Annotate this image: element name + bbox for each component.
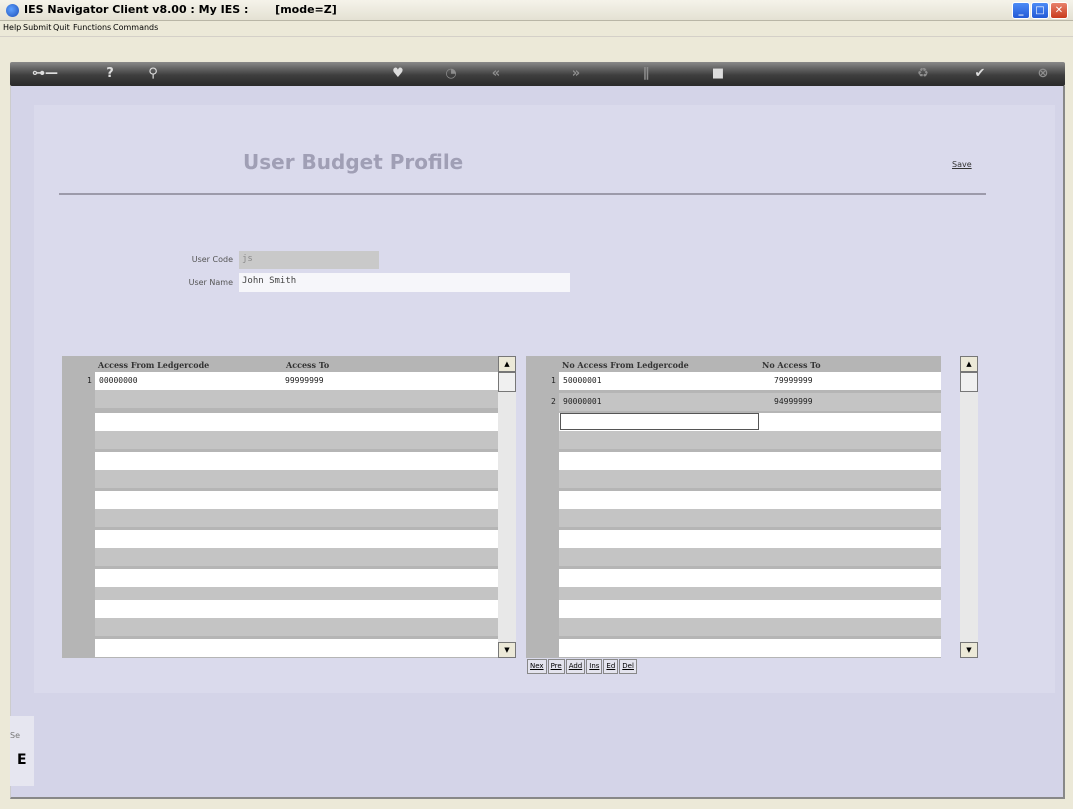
window-title: IES Navigator Client v8.00 : My IES : [m… <box>24 3 337 16</box>
side-strip <box>10 716 34 786</box>
table-row[interactable] <box>559 639 941 657</box>
close-window-button[interactable]: ✕ <box>1050 2 1068 19</box>
no-access-to-cell[interactable]: 79999999 <box>774 376 813 385</box>
table-row[interactable] <box>95 618 498 636</box>
row-number: 2 <box>551 397 556 406</box>
side-char: E <box>17 752 27 768</box>
table-row[interactable] <box>95 509 498 527</box>
table-row[interactable] <box>559 431 941 449</box>
table-row[interactable] <box>559 530 941 548</box>
no-access-grid: No Access From Ledgercode No Access To 5… <box>526 356 941 658</box>
menu-quit[interactable]: Quit <box>53 23 70 32</box>
rewind-icon[interactable]: « <box>488 66 504 82</box>
table-row[interactable] <box>95 491 498 509</box>
table-row[interactable] <box>95 431 498 449</box>
row-number: 1 <box>87 376 92 385</box>
access-from-cell[interactable]: 00000000 <box>99 376 138 385</box>
table-row[interactable]: 00000000 99999999 <box>95 372 498 390</box>
minimize-button[interactable]: _ <box>1012 2 1030 19</box>
delete-button[interactable]: Del <box>619 659 637 674</box>
scroll-down-icon[interactable]: ▼ <box>960 642 978 658</box>
no-access-from-header: No Access From Ledgercode <box>562 360 689 370</box>
pause-icon[interactable]: ∥ <box>638 66 654 82</box>
no-access-to-header: No Access To <box>762 360 821 370</box>
access-to-cell[interactable]: 99999999 <box>285 376 324 385</box>
table-row[interactable] <box>559 452 941 470</box>
user-code-label: User Code <box>191 255 233 264</box>
menu-help[interactable]: Help <box>3 23 21 32</box>
maximize-button[interactable]: □ <box>1031 2 1049 19</box>
scroll-thumb[interactable] <box>498 372 516 392</box>
search-icon[interactable]: ⚲ <box>145 66 161 82</box>
key-icon[interactable]: ⊶— <box>30 66 60 82</box>
user-name-label: User Name <box>188 278 233 287</box>
no-access-grid-scrollbar[interactable]: ▲ ▼ <box>960 356 978 658</box>
fast-forward-icon[interactable]: » <box>568 66 584 82</box>
table-row[interactable] <box>559 569 941 587</box>
menu-submit[interactable]: Submit <box>23 23 51 32</box>
title-bar: IES Navigator Client v8.00 : My IES : [m… <box>0 0 1073 21</box>
table-row[interactable] <box>95 600 498 618</box>
table-row[interactable] <box>559 470 941 488</box>
access-from-header: Access From Ledgercode <box>98 360 210 370</box>
close-icon[interactable]: ⊗ <box>1035 66 1051 82</box>
table-row[interactable] <box>559 600 941 618</box>
menu-bar: Help Submit Quit Functions Commands <box>0 21 1073 37</box>
app-icon <box>6 4 19 17</box>
save-link[interactable]: Save <box>952 160 972 169</box>
history-icon[interactable]: ◔ <box>443 66 459 82</box>
scroll-down-icon[interactable]: ▼ <box>498 642 516 658</box>
scroll-up-icon[interactable]: ▲ <box>498 356 516 372</box>
grid-nav-bar: Nex Pre Add Ins Ed Del <box>527 659 638 675</box>
table-row[interactable] <box>559 509 941 527</box>
no-access-grid-header: No Access From Ledgercode No Access To <box>526 356 941 372</box>
table-row[interactable] <box>95 390 498 408</box>
no-access-from-cell[interactable]: 50000001 <box>563 376 602 385</box>
table-row[interactable] <box>95 548 498 566</box>
access-to-header: Access To <box>286 360 330 370</box>
user-name-field[interactable]: John Smith <box>239 273 570 292</box>
edit-button[interactable]: Ed <box>603 659 619 674</box>
table-row[interactable] <box>95 452 498 470</box>
no-access-to-cell[interactable]: 94999999 <box>774 397 813 406</box>
table-row[interactable] <box>559 491 941 509</box>
side-label: Se <box>10 731 20 740</box>
table-row[interactable] <box>95 470 498 488</box>
table-row[interactable] <box>95 530 498 548</box>
menu-functions[interactable]: Functions <box>73 23 111 32</box>
insert-button[interactable]: Ins <box>586 659 603 674</box>
next-button[interactable]: Nex <box>527 659 547 674</box>
table-row[interactable] <box>95 569 498 587</box>
scroll-thumb[interactable] <box>960 372 978 392</box>
stop-icon[interactable]: ■ <box>710 66 726 82</box>
heart-icon[interactable]: ♥ <box>390 66 406 82</box>
no-access-from-cell[interactable]: 90000001 <box>563 397 602 406</box>
title-divider <box>59 193 986 195</box>
app-window: IES Navigator Client v8.00 : My IES : [m… <box>0 0 1073 809</box>
access-grid: Access From Ledgercode Access To 0000000… <box>62 356 498 658</box>
access-grid-scrollbar[interactable]: ▲ ▼ <box>498 356 516 658</box>
table-row[interactable] <box>559 618 941 636</box>
help-icon[interactable]: ? <box>102 66 118 82</box>
recycle-icon[interactable]: ♻ <box>915 66 931 82</box>
edit-cell-input[interactable] <box>560 413 759 430</box>
table-row[interactable]: 50000001 79999999 <box>559 372 941 390</box>
user-code-field: js <box>239 251 379 269</box>
page-title: User Budget Profile <box>243 150 464 174</box>
scroll-up-icon[interactable]: ▲ <box>960 356 978 372</box>
add-button[interactable]: Add <box>565 659 586 674</box>
table-row[interactable]: 90000001 94999999 <box>559 393 941 411</box>
toolbar: ⊶— ? ⚲ ♥ ◔ « » ∥ ■ ♻ ✔ ⊗ <box>10 62 1065 86</box>
previous-button[interactable]: Pre <box>547 659 565 674</box>
row-number: 1 <box>551 376 556 385</box>
table-row[interactable] <box>95 639 498 657</box>
table-row[interactable] <box>95 413 498 431</box>
check-icon[interactable]: ✔ <box>972 66 988 82</box>
menu-commands[interactable]: Commands <box>113 23 158 32</box>
table-row[interactable] <box>559 548 941 566</box>
access-grid-header: Access From Ledgercode Access To <box>62 356 498 372</box>
